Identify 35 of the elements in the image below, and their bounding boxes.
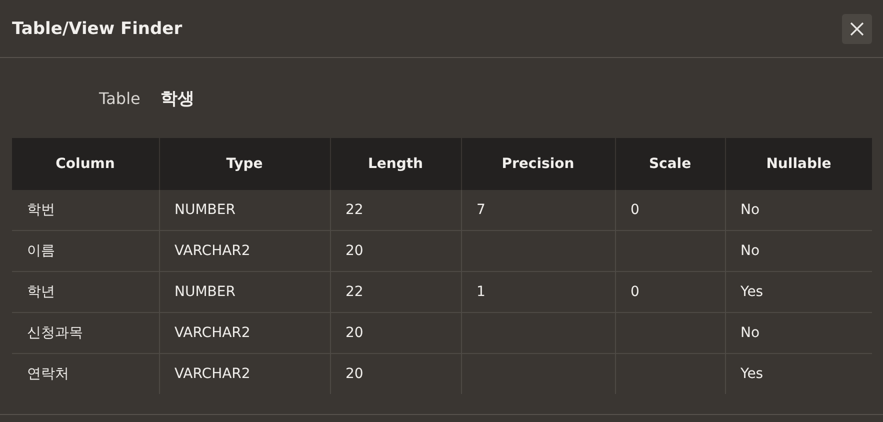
table-cell: 연락처 bbox=[27, 366, 69, 382]
column-header: Precision bbox=[461, 138, 615, 190]
table-cell: 0 bbox=[630, 202, 640, 218]
table-cell: 학번 bbox=[27, 202, 55, 218]
window-title: Table/View Finder bbox=[12, 18, 182, 38]
table-cell: 이름 bbox=[27, 243, 55, 259]
table-cell: No bbox=[740, 202, 760, 218]
table-cell: 22 bbox=[346, 202, 364, 218]
column-header: Column bbox=[12, 138, 159, 190]
table-cell: Yes bbox=[740, 366, 764, 382]
close-icon bbox=[850, 22, 864, 36]
column-header: Nullable bbox=[725, 138, 872, 190]
table-name: 학생 bbox=[160, 88, 194, 110]
table-cell: 신청과목 bbox=[27, 325, 83, 341]
table-cell: 학년 bbox=[27, 284, 55, 300]
table-cell: NUMBER bbox=[174, 202, 236, 218]
table-cell: 7 bbox=[476, 202, 486, 218]
column-header: Type bbox=[159, 138, 330, 190]
table-cell: 20 bbox=[346, 366, 364, 382]
close-button[interactable] bbox=[842, 14, 872, 44]
table-cell: NUMBER bbox=[174, 284, 236, 300]
table-cell: 20 bbox=[346, 325, 364, 341]
table-cell: Yes bbox=[740, 284, 764, 300]
table-cell: No bbox=[740, 243, 760, 259]
table-cell: VARCHAR2 bbox=[174, 325, 250, 341]
table-cell: 22 bbox=[346, 284, 364, 300]
table-cell: 0 bbox=[630, 284, 640, 300]
table-cell: 20 bbox=[346, 243, 364, 259]
column-header: Length bbox=[330, 138, 461, 190]
table-label: Table bbox=[99, 88, 140, 108]
table-cell: 1 bbox=[476, 284, 486, 300]
table-cell: VARCHAR2 bbox=[174, 366, 250, 382]
table-cell: VARCHAR2 bbox=[174, 243, 250, 259]
table-cell: No bbox=[740, 325, 760, 341]
column-header: Scale bbox=[615, 138, 725, 190]
